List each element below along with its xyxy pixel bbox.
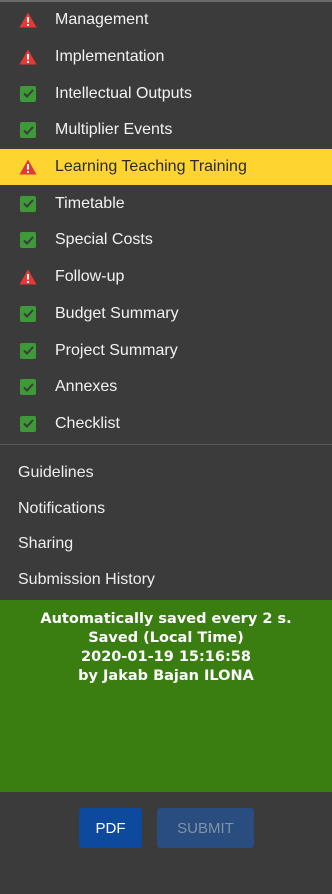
nav-item-intellectual-outputs[interactable]: Intellectual Outputs	[0, 75, 332, 112]
nav-item-label: Implementation	[55, 48, 165, 66]
guidelines-link[interactable]: Guidelines	[0, 455, 332, 491]
saved-by-user: by Jakab Bajan ILONA	[78, 668, 254, 684]
nav-item-label: Timetable	[55, 194, 125, 212]
nav-item-checklist[interactable]: Checklist	[0, 406, 332, 443]
warning-triangle-icon	[18, 267, 38, 287]
nav-item-budget-summary[interactable]: Budget Summary	[0, 296, 332, 333]
nav-item-label: Multiplier Events	[55, 121, 173, 139]
submit-button[interactable]: SUBMIT	[157, 808, 254, 848]
secondary-links: Guidelines Notifications Sharing Submiss…	[0, 455, 332, 598]
nav-item-label: Checklist	[55, 414, 120, 432]
nav-item-project-summary[interactable]: Project Summary	[0, 332, 332, 369]
sharing-link[interactable]: Sharing	[0, 526, 332, 562]
saved-local-time-label: Saved (Local Time)	[88, 630, 244, 646]
nav-item-multiplier-events[interactable]: Multiplier Events	[0, 112, 332, 149]
warning-triangle-icon	[18, 10, 38, 30]
nav-divider	[0, 444, 332, 445]
nav-item-learning-teaching-training[interactable]: Learning Teaching Training	[0, 148, 332, 186]
nav-item-label: Learning Teaching Training	[55, 158, 247, 176]
check-square-icon	[18, 194, 38, 214]
submission-history-link[interactable]: Submission History	[0, 562, 332, 598]
nav-item-label: Budget Summary	[55, 304, 179, 322]
nav-item-management[interactable]: Management	[0, 2, 332, 39]
nav-item-label: Project Summary	[55, 341, 178, 359]
nav-item-implementation[interactable]: Implementation	[0, 39, 332, 76]
nav-item-special-costs[interactable]: Special Costs	[0, 222, 332, 259]
pdf-button[interactable]: PDF	[79, 808, 142, 848]
action-bar: PDF SUBMIT	[0, 792, 332, 894]
nav-item-annexes[interactable]: Annexes	[0, 369, 332, 406]
nav-item-label: Special Costs	[55, 231, 153, 249]
nav-item-follow-up[interactable]: Follow-up	[0, 259, 332, 296]
nav-item-label: Follow-up	[55, 268, 125, 286]
warning-triangle-icon	[18, 47, 38, 67]
check-square-icon	[18, 230, 38, 250]
check-square-icon	[18, 377, 38, 397]
notifications-link[interactable]: Notifications	[0, 491, 332, 527]
section-nav: Management Implementation Intellectual O…	[0, 2, 332, 442]
warning-triangle-icon	[18, 157, 38, 177]
check-square-icon	[18, 414, 38, 434]
saved-timestamp: 2020-01-19 15:16:58	[81, 649, 251, 665]
nav-item-label: Intellectual Outputs	[55, 84, 192, 102]
nav-item-label: Management	[55, 11, 149, 29]
check-square-icon	[18, 304, 38, 324]
nav-item-timetable[interactable]: Timetable	[0, 185, 332, 222]
check-square-icon	[18, 120, 38, 140]
autosave-interval-text: Automatically saved every 2 s.	[40, 611, 292, 627]
check-square-icon	[18, 341, 38, 361]
check-square-icon	[18, 84, 38, 104]
nav-item-label: Annexes	[55, 378, 118, 396]
save-status-panel: Automatically saved every 2 s. Saved (Lo…	[0, 600, 332, 792]
